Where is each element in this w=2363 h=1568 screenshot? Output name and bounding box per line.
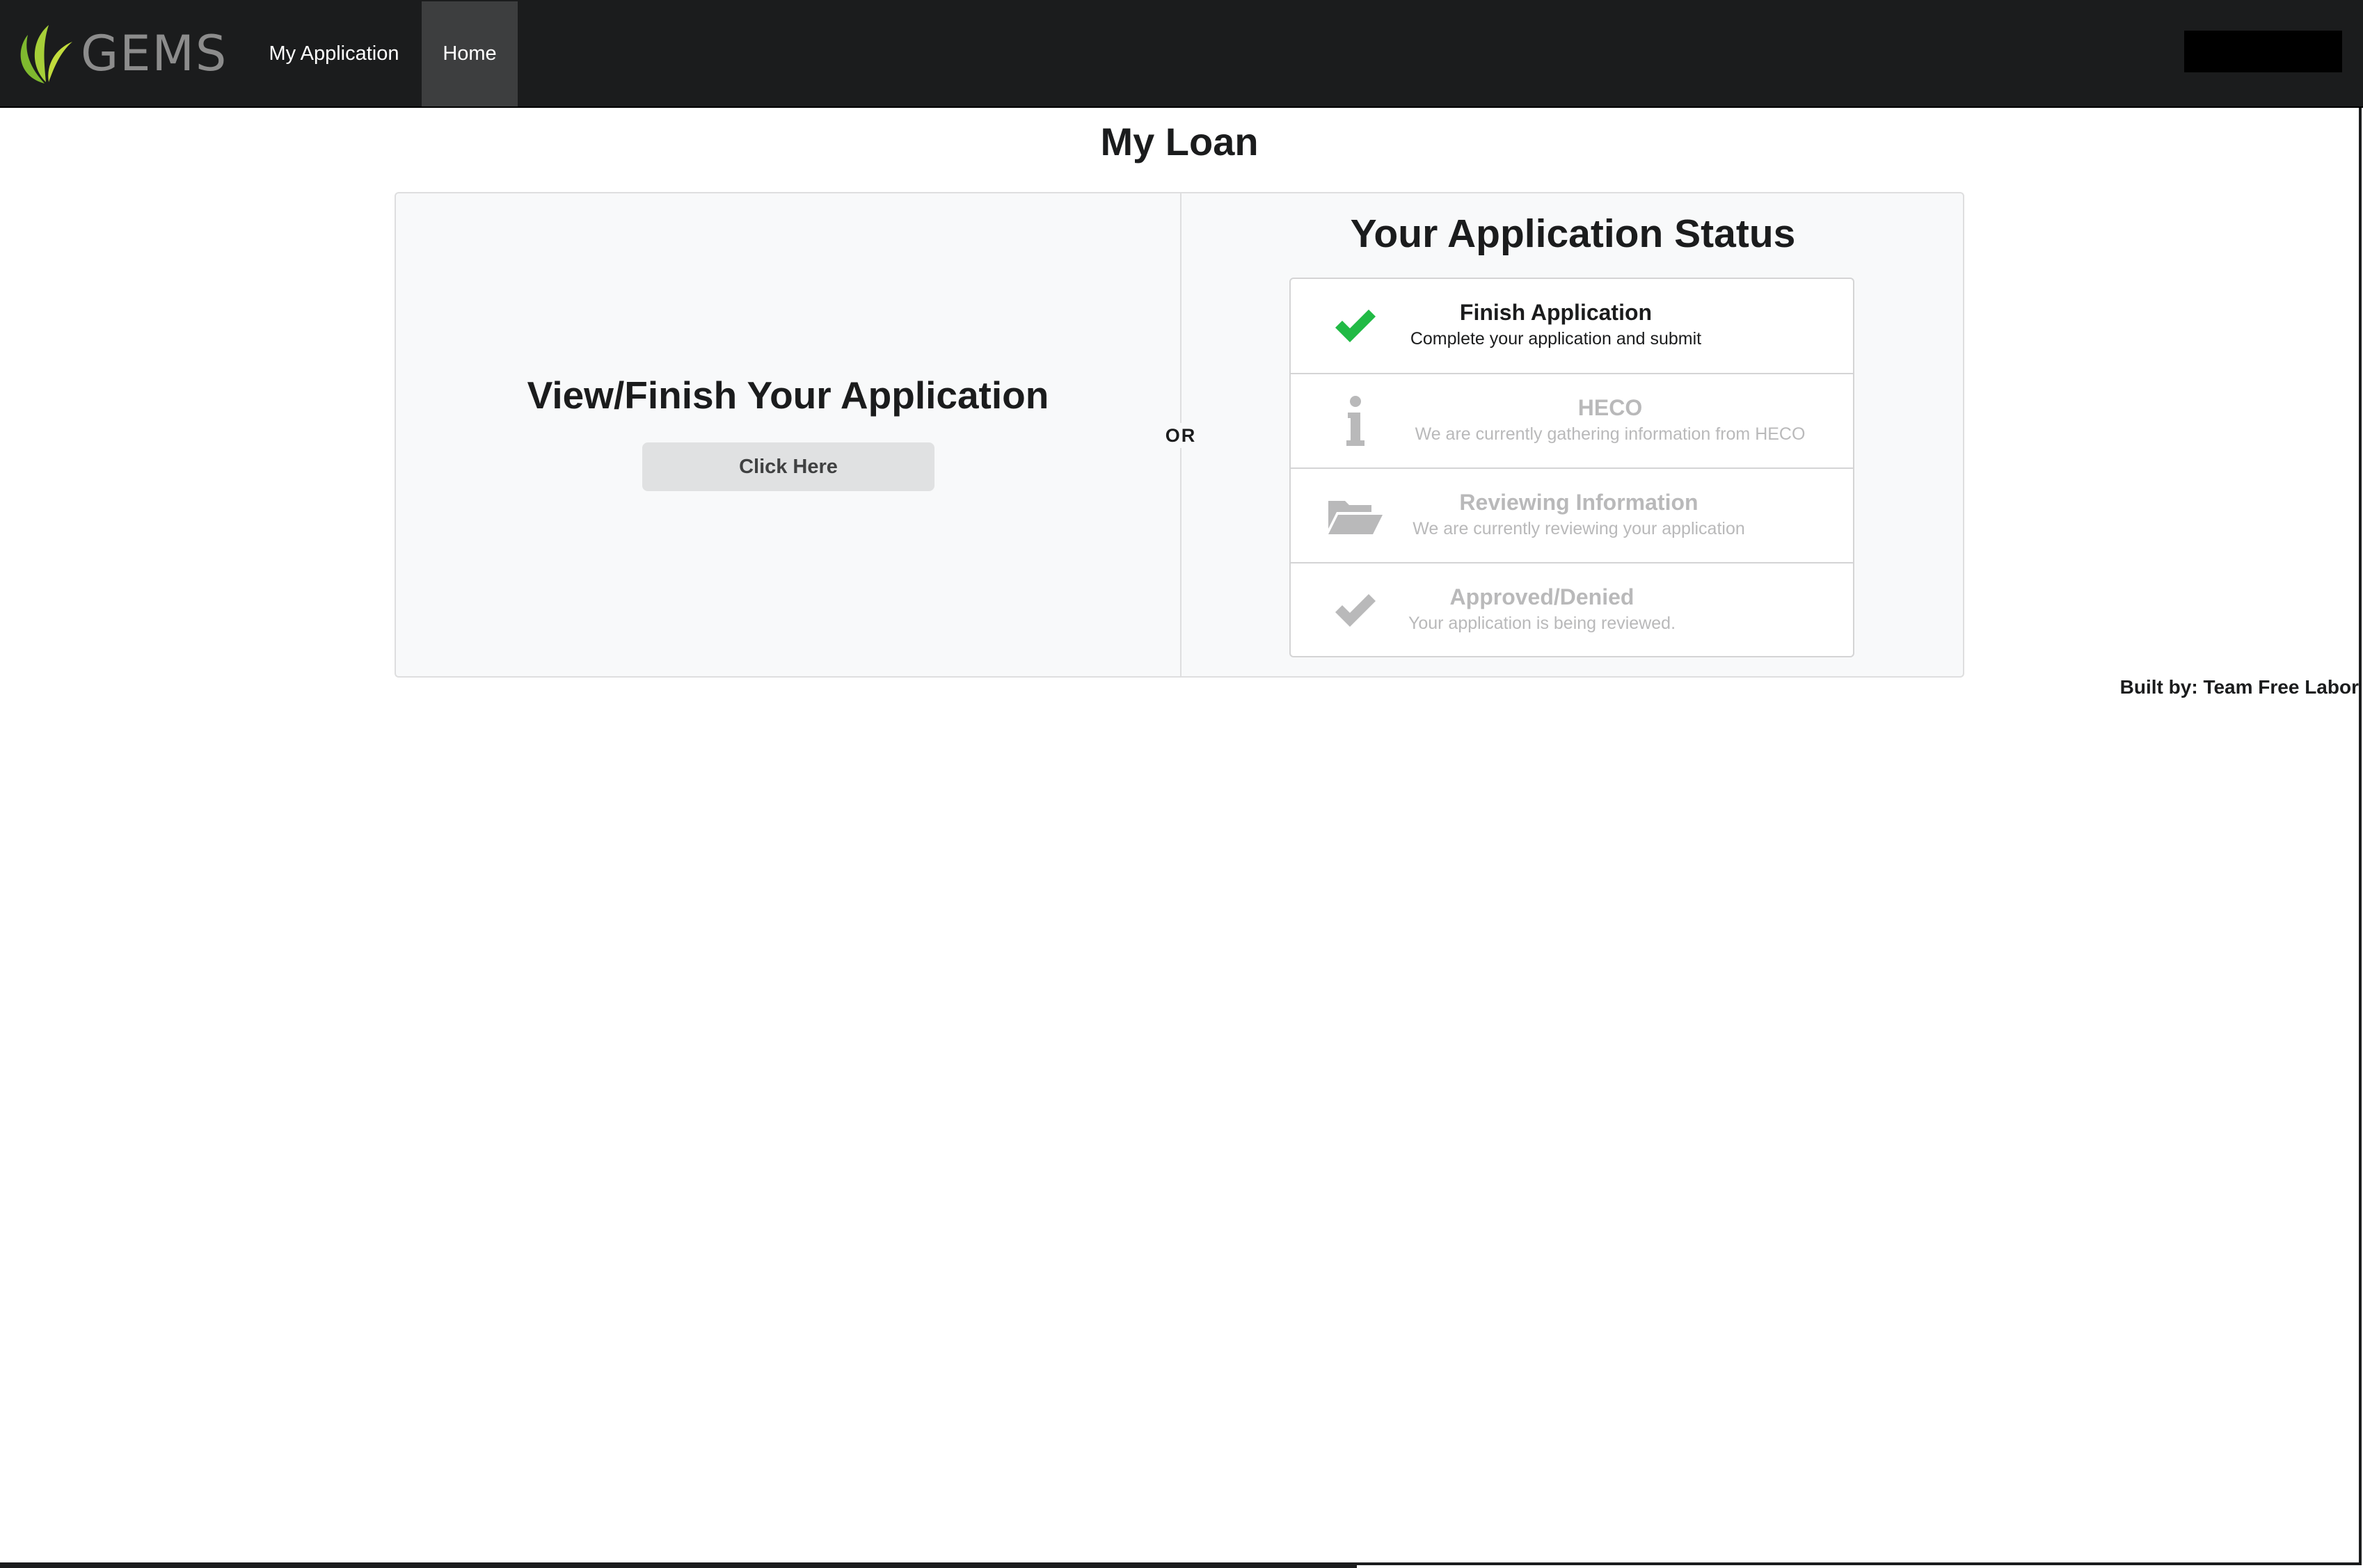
footer-credit: Built by: Team Free Labor	[2119, 676, 2359, 698]
step-description: We are currently reviewing your applicat…	[1413, 518, 1745, 538]
step-finish-application[interactable]: Finish Application Complete your applica…	[1291, 279, 1853, 373]
step-heco[interactable]: HECO We are currently gathering informat…	[1291, 373, 1853, 467]
status-steps: Finish Application Complete your applica…	[1289, 278, 1854, 657]
checkmark-icon	[1326, 583, 1385, 639]
step-content: Reviewing Information We are currently r…	[1406, 490, 1751, 541]
page-title: My Loan	[1100, 120, 1259, 163]
application-status-header: Your Application Status	[1350, 211, 1796, 256]
step-description: Complete your application and submit	[1410, 328, 1702, 349]
step-content: HECO We are currently gathering informat…	[1406, 395, 1814, 447]
step-description: We are currently gathering information f…	[1415, 424, 1806, 444]
step-title: HECO	[1577, 395, 1643, 420]
open-folder-icon	[1326, 488, 1385, 544]
leaf-logo-icon	[20, 24, 72, 83]
click-here-button[interactable]: Click Here	[642, 442, 934, 491]
divider-or-label: OR	[1160, 423, 1202, 448]
step-approved-denied[interactable]: Approved/Denied Your application is bein…	[1291, 562, 1853, 656]
bottom-scrollbar[interactable]	[0, 1565, 1357, 1568]
step-title: Finish Application	[1459, 300, 1653, 325]
loan-segment: View/Finish Your Application Click Here …	[395, 192, 1964, 678]
step-description: Your application is being reviewed.	[1408, 613, 1676, 633]
step-content: Finish Application Complete your applica…	[1406, 300, 1705, 351]
nav-item-home[interactable]: Home	[422, 1, 518, 106]
step-title: Reviewing Information	[1459, 490, 1698, 515]
top-menu-bar: GEMS My Application Home	[0, 0, 2363, 108]
left-panel-header: View/Finish Your Application	[527, 374, 1049, 417]
brand-name: GEMS	[81, 24, 228, 82]
step-reviewing-information[interactable]: Reviewing Information We are currently r…	[1291, 467, 1853, 561]
nav-item-my-application[interactable]: My Application	[250, 1, 417, 106]
user-account-box[interactable]	[2184, 31, 2342, 72]
brand-logo[interactable]: GEMS	[14, 17, 230, 90]
info-icon	[1326, 394, 1385, 449]
step-content: Approved/Denied Your application is bein…	[1406, 584, 1678, 636]
step-title: Approved/Denied	[1449, 584, 1634, 609]
checkmark-icon	[1326, 298, 1385, 354]
